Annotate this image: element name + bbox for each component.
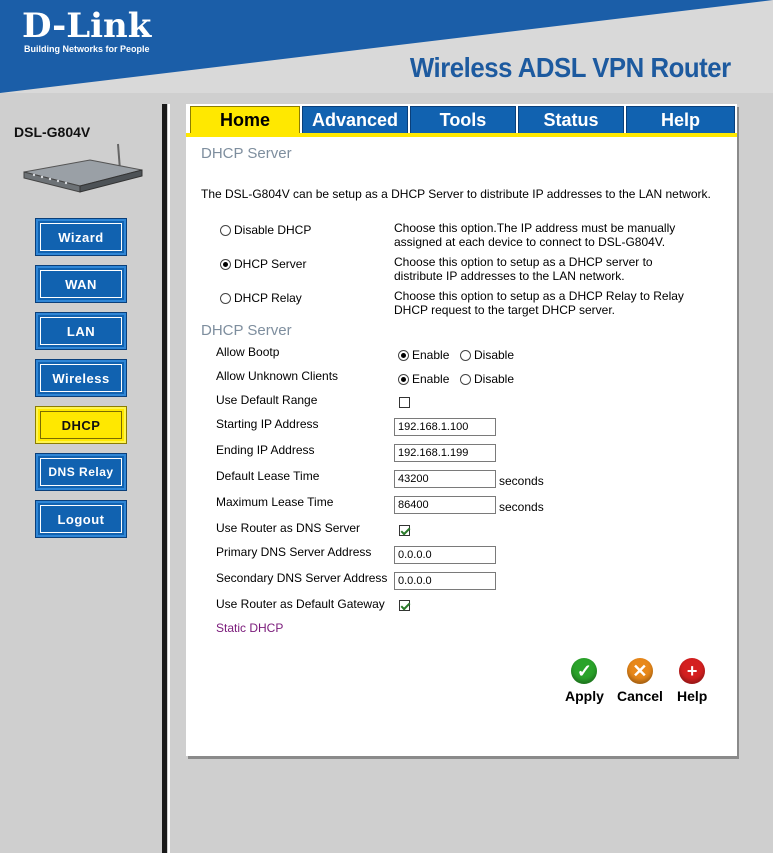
allow-bootp-disable-radio[interactable]: Disable <box>460 348 514 362</box>
default-lease-label: Default Lease Time <box>216 469 320 483</box>
brand-tagline: Building Networks for People <box>24 44 150 54</box>
tab-help[interactable]: Help <box>626 106 735 134</box>
sidebar-item-label: DNS Relay <box>40 458 122 486</box>
secondary-dns-input[interactable]: 0.0.0.0 <box>394 572 496 590</box>
radio-label: Disable <box>474 372 515 386</box>
apply-label: Apply <box>565 688 604 704</box>
tab-home[interactable]: Home <box>190 106 300 134</box>
help-button[interactable]: + Help <box>677 658 707 704</box>
tab-label: Help <box>660 109 700 130</box>
sidebar-item-logout[interactable]: Logout <box>35 500 127 538</box>
static-dhcp-link[interactable]: Static DHCP <box>216 621 283 635</box>
model-label: DSL-G804V <box>14 124 91 140</box>
tab-label: Status <box>543 109 599 130</box>
brand-name: D-Link <box>22 6 152 46</box>
sidebar-item-wizard[interactable]: Wizard <box>35 218 127 256</box>
checkmark-icon: ✓ <box>571 658 598 684</box>
starting-ip-input[interactable]: 192.168.1.100 <box>394 418 496 436</box>
disable-dhcp-desc: Choose this option.The IP address must b… <box>394 221 676 249</box>
max-lease-input[interactable]: 86400 <box>394 496 496 514</box>
tab-tools[interactable]: Tools <box>410 106 516 134</box>
sidebar-item-label: WAN <box>40 270 122 298</box>
router-gateway-label: Use Router as Default Gateway <box>216 597 385 611</box>
help-label: Help <box>677 688 708 704</box>
sidebar-divider-highlight <box>168 104 170 853</box>
use-default-range-checkbox[interactable] <box>399 397 410 408</box>
radio-label: Enable <box>412 372 450 386</box>
product-title: Wireless ADSL VPN Router <box>410 52 731 83</box>
max-lease-label: Maximum Lease Time <box>216 495 334 509</box>
radio-label: DHCP Server <box>234 257 307 271</box>
radio-icon <box>220 292 231 304</box>
sidebar-item-wireless[interactable]: Wireless <box>35 359 127 397</box>
router-dns-label: Use Router as DNS Server <box>216 521 361 535</box>
cancel-x-icon: ✕ <box>626 658 653 684</box>
cancel-label: Cancel <box>617 688 663 704</box>
allow-bootp-enable-radio[interactable]: Enable <box>398 348 449 362</box>
tab-label: Tools <box>439 109 487 130</box>
intro-text: The DSL-G804V can be setup as a DHCP Ser… <box>201 187 711 201</box>
plus-icon: + <box>679 658 706 684</box>
sidebar-divider <box>162 104 167 853</box>
radio-label: Disable DHCP <box>234 223 312 237</box>
secondary-dns-label: Secondary DNS Server Address <box>216 571 388 585</box>
sidebar-item-dns-relay[interactable]: DNS Relay <box>35 453 127 491</box>
sidebar-item-lan[interactable]: LAN <box>35 312 127 350</box>
sidebar-item-label: LAN <box>40 317 122 345</box>
dlink-logo: D-Link Building Networks for People <box>22 8 151 54</box>
ending-ip-input[interactable]: 192.168.1.199 <box>394 444 496 462</box>
router-gateway-checkbox[interactable] <box>399 600 410 611</box>
dhcp-relay-desc: Choose this option to setup as a DHCP Re… <box>394 289 684 317</box>
radio-icon <box>220 224 231 236</box>
default-lease-input[interactable]: 43200 <box>394 470 496 488</box>
router-dns-checkbox[interactable] <box>399 525 410 536</box>
radio-icon <box>460 349 471 361</box>
sidebar-item-wan[interactable]: WAN <box>35 265 127 303</box>
max-lease-unit: seconds <box>499 500 544 514</box>
dhcp-relay-radio[interactable]: DHCP Relay <box>220 291 302 305</box>
sidebar-item-dhcp[interactable]: DHCP <box>35 406 127 444</box>
sidebar-item-label: DHCP <box>40 411 122 439</box>
tab-underline <box>186 133 737 137</box>
ending-ip-label: Ending IP Address <box>216 443 315 457</box>
sidebar-item-label: Wireless <box>40 364 122 392</box>
sidebar-item-label: Wizard <box>40 223 122 251</box>
router-device-image <box>23 143 143 193</box>
primary-dns-label: Primary DNS Server Address <box>216 545 372 559</box>
default-lease-unit: seconds <box>499 474 544 488</box>
radio-label: DHCP Relay <box>234 291 302 305</box>
section-title: DHCP Server <box>201 145 292 162</box>
allow-bootp-label: Allow Bootp <box>216 345 280 359</box>
use-default-range-label: Use Default Range <box>216 393 318 407</box>
cancel-button[interactable]: ✕ Cancel <box>617 658 663 704</box>
primary-dns-input[interactable]: 0.0.0.0 <box>394 546 496 564</box>
allow-unknown-label: Allow Unknown Clients <box>216 369 339 383</box>
dhcp-server-radio[interactable]: DHCP Server <box>220 257 306 271</box>
radio-icon <box>398 373 409 385</box>
apply-button[interactable]: ✓ Apply <box>565 658 604 704</box>
radio-label: Disable <box>474 348 515 362</box>
tab-label: Home <box>219 109 270 130</box>
disable-dhcp-radio[interactable]: Disable DHCP <box>220 223 311 237</box>
radio-icon <box>220 258 231 270</box>
tab-advanced[interactable]: Advanced <box>302 106 408 134</box>
dhcp-server-desc: Choose this option to setup as a DHCP se… <box>394 255 653 283</box>
tab-label: Advanced <box>311 109 399 130</box>
allow-unknown-disable-radio[interactable]: Disable <box>460 372 514 386</box>
radio-icon <box>460 373 471 385</box>
radio-label: Enable <box>412 348 450 362</box>
sidebar-item-label: Logout <box>40 505 122 533</box>
tab-status[interactable]: Status <box>518 106 624 134</box>
starting-ip-label: Starting IP Address <box>216 417 319 431</box>
radio-icon <box>398 349 409 361</box>
section-title: DHCP Server <box>201 322 292 339</box>
allow-unknown-enable-radio[interactable]: Enable <box>398 372 449 386</box>
